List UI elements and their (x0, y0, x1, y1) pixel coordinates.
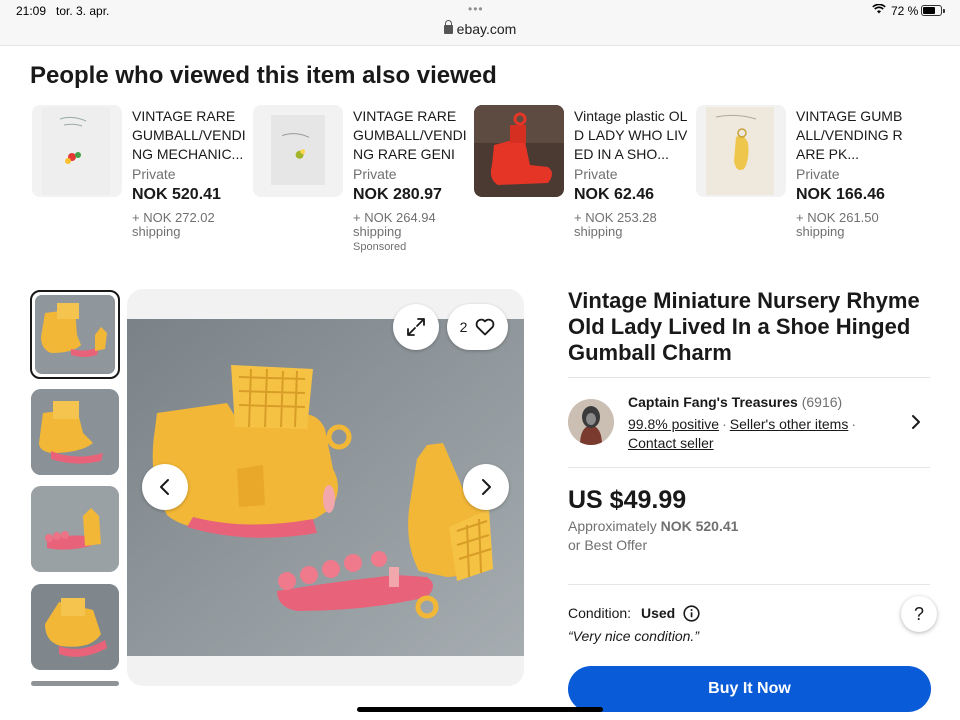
watch-button[interactable]: 2 (447, 304, 508, 350)
card-shipping-label: shipping (353, 224, 402, 239)
image-thumbnail-selected[interactable] (30, 290, 120, 379)
card-price: NOK 520.41 (132, 186, 221, 203)
positive-feedback-link[interactable]: 99.8% positive (628, 416, 719, 432)
watch-count: 2 (459, 319, 468, 335)
condition-value: Used (641, 605, 676, 621)
separator: · (851, 416, 857, 432)
question-mark-icon: ? (913, 603, 924, 624)
more-dots-icon[interactable]: ••• (468, 2, 484, 16)
best-offer-text: or Best Offer (568, 537, 648, 553)
also-viewed-card[interactable]: VINTAGE GUMBALL/VENDING RARE PK... Priva… (696, 105, 906, 265)
card-seller: Private (132, 166, 176, 182)
card-title[interactable]: VINTAGE RARE GUMBALL/VENDING RARE GENIE.… (353, 107, 468, 164)
buy-it-now-label: Buy It Now (708, 680, 791, 697)
image-thumbnail[interactable] (31, 486, 119, 572)
next-image-button[interactable] (463, 464, 509, 510)
card-shipping-cost: + NOK 253.28 (574, 210, 657, 225)
card-seller: Private (353, 166, 397, 182)
sponsored-label: Sponsored (353, 241, 407, 253)
contact-seller-link[interactable]: Contact seller (628, 435, 714, 451)
product-thumbnail[interactable] (696, 105, 786, 197)
seller-avatar[interactable] (568, 399, 614, 445)
help-button[interactable]: ? (901, 596, 937, 632)
lock-icon (443, 20, 453, 34)
card-shipping-cost: + NOK 261.50 (796, 210, 879, 225)
section-title: People who viewed this item also viewed (30, 62, 497, 89)
image-thumbnail[interactable] (31, 584, 119, 670)
card-price: NOK 166.46 (796, 186, 885, 203)
info-icon[interactable] (683, 605, 700, 622)
card-price: NOK 280.97 (353, 186, 442, 203)
separator: · (722, 416, 727, 432)
divider (568, 584, 930, 585)
card-price: NOK 62.46 (574, 186, 655, 203)
genie-toy-image (270, 115, 326, 185)
card-shipping-cost: + NOK 272.02 (132, 210, 215, 225)
also-viewed-card[interactable]: VINTAGE RARE GUMBALL/VENDING RARE GENIE.… (253, 105, 467, 265)
expand-icon (407, 318, 425, 336)
date: tor. 3. apr. (56, 4, 110, 18)
address-bar[interactable]: ebay.com (0, 20, 960, 37)
card-seller: Private (796, 166, 840, 182)
gumball-toy-image (42, 107, 110, 195)
product-thumbnail[interactable] (474, 105, 564, 197)
also-viewed-card[interactable]: Vintage plastic OLD LADY WHO LIVED IN A … (474, 105, 687, 265)
main-product-image[interactable]: 2 (127, 289, 524, 686)
heart-icon (476, 318, 495, 336)
card-shipping-cost: + NOK 264.94 (353, 210, 436, 225)
card-shipping-label: shipping (796, 224, 845, 239)
seller-name[interactable]: Captain Fang's Treasures (6916) (628, 394, 842, 410)
item-price: US $49.99 (568, 486, 687, 514)
card-title[interactable]: Vintage plastic OLD LADY WHO LIVED IN A … (574, 107, 689, 164)
approx-label: Approximately (568, 518, 657, 534)
product-thumbnail[interactable] (32, 105, 122, 197)
image-thumbnail[interactable] (31, 681, 119, 686)
card-shipping-label: shipping (132, 224, 181, 239)
contact-seller: Contact seller (628, 435, 714, 451)
approximate-price: Approximately NOK 520.41 (568, 518, 738, 534)
home-indicator[interactable] (357, 707, 603, 712)
product-thumbnail[interactable] (253, 105, 343, 197)
avatar-image (568, 399, 614, 445)
previous-image-button[interactable] (142, 464, 188, 510)
chevron-right-icon (482, 479, 491, 495)
sellers-other-items-link[interactable]: Seller's other items (730, 416, 849, 432)
battery-percent: 72 % (891, 4, 919, 18)
url-text: ebay.com (456, 21, 517, 37)
seller-name-text[interactable]: Captain Fang's Treasures (628, 394, 798, 410)
condition-description: “Very nice condition.” (568, 628, 699, 644)
divider (568, 467, 930, 468)
seller-chevron-right-icon[interactable] (908, 414, 924, 430)
shoe-charm-thumbnail (35, 295, 113, 372)
card-shipping-label: shipping (574, 224, 623, 239)
seller-feedback-count: (6916) (801, 394, 843, 410)
clock: 21:09 (16, 4, 47, 18)
wifi-icon (872, 4, 886, 14)
card-title[interactable]: VINTAGE RARE GUMBALL/VENDING MECHANIC... (132, 107, 247, 164)
buy-it-now-button[interactable]: Buy It Now (568, 666, 931, 712)
shoe-charm-thumbnail (31, 486, 119, 572)
divider (568, 377, 930, 378)
pk-toy-image (706, 107, 774, 195)
image-thumbnail[interactable] (31, 389, 119, 475)
battery-icon (921, 5, 945, 16)
card-seller: Private (574, 166, 618, 182)
shoe-charm-thumbnail (31, 584, 119, 670)
expand-image-button[interactable] (393, 304, 439, 350)
browser-status-bar: 21:09 tor. 3. apr. ••• ebay.com 72 % (0, 0, 960, 46)
also-viewed-card[interactable]: VINTAGE RARE GUMBALL/VENDING MECHANIC...… (32, 105, 246, 265)
approx-value: NOK 520.41 (660, 518, 739, 534)
seller-links: 99.8% positive · Seller's other items · (628, 416, 859, 432)
card-title[interactable]: VINTAGE GUMBALL/VENDING RARE PK... (796, 107, 911, 164)
item-title: Vintage Miniature Nursery Rhyme Old Lady… (568, 288, 920, 365)
red-shoe-toy-image (474, 105, 564, 197)
chevron-left-icon (160, 479, 169, 495)
shoe-charm-thumbnail (31, 389, 119, 475)
condition-label: Condition: (568, 605, 632, 621)
